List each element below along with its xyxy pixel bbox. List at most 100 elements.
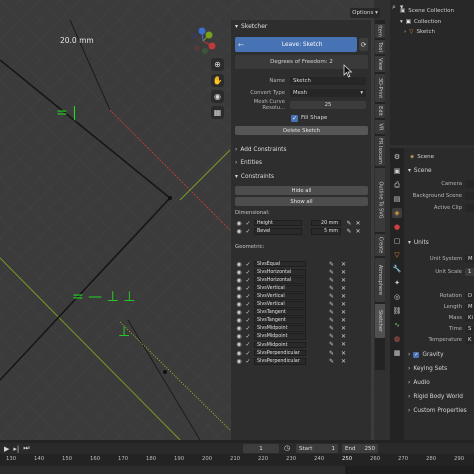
checkmark-icon[interactable]: ✓ — [245, 269, 251, 276]
edit-pencil-icon[interactable]: ✎ — [329, 325, 334, 332]
tab-vr[interactable]: VR — [375, 120, 385, 134]
time-field[interactable]: S — [465, 325, 474, 333]
filter-icon[interactable]: ⌕ — [392, 3, 396, 12]
edit-pencil-icon[interactable]: ✎ — [329, 309, 334, 316]
tab-view[interactable]: View — [375, 56, 385, 72]
scene-panel-header[interactable]: ▾ Scene — [408, 168, 432, 174]
ortho-grid-icon[interactable]: ▦ — [211, 106, 224, 119]
hide-all-button[interactable]: Hide all — [235, 186, 368, 195]
close-icon[interactable]: ✕ — [341, 285, 346, 292]
outliner-item-sketch[interactable]: › ▽ Sketch — [404, 29, 435, 35]
particles-icon[interactable]: ✦ — [392, 278, 402, 288]
close-icon[interactable]: ✕ — [355, 220, 361, 227]
tab-fr-isocam[interactable]: FR Isocam — [375, 136, 385, 166]
audio-panel-header[interactable]: › Audio — [408, 380, 430, 386]
edit-pencil-icon[interactable]: ✎ — [329, 317, 334, 324]
gravity-panel-header[interactable]: › ✓ Gravity — [408, 352, 444, 358]
close-icon[interactable]: ✕ — [341, 317, 346, 324]
checkmark-icon[interactable]: ✓ — [245, 358, 251, 365]
tab-tool[interactable]: Tool — [375, 40, 385, 54]
refresh-icon[interactable]: ⟳ — [359, 38, 368, 51]
unit-scale-field[interactable]: 1 — [465, 268, 474, 276]
close-icon[interactable]: ✕ — [341, 301, 346, 308]
eye-icon[interactable]: ◉ — [236, 220, 242, 227]
checkmark-icon[interactable]: ✓ — [245, 285, 251, 292]
tab-create[interactable]: Create — [375, 234, 385, 256]
close-icon[interactable]: ✕ — [341, 277, 346, 284]
checkmark-icon[interactable]: ✓ — [245, 341, 251, 348]
fill-shape-checkbox[interactable]: ✓ — [291, 114, 298, 122]
edit-pencil-icon[interactable]: ✎ — [346, 228, 352, 235]
eye-icon[interactable]: ◉ — [236, 293, 242, 300]
camera-view-icon[interactable]: ◉ — [211, 90, 224, 103]
timeline-track[interactable] — [0, 466, 345, 474]
modifier-properties-icon[interactable]: 🔧 — [392, 264, 402, 274]
edit-pencil-icon[interactable]: ✎ — [329, 301, 334, 308]
jump-end-icon[interactable]: ⏭ — [23, 444, 29, 453]
texture-properties-icon[interactable]: ▦ — [392, 348, 402, 358]
sketcher-panel-header[interactable]: ▾ Sketcher — [235, 23, 267, 30]
eye-icon[interactable]: ◉ — [236, 301, 242, 308]
close-icon[interactable]: ✕ — [341, 325, 346, 332]
object-properties-icon[interactable]: ▽ — [392, 250, 402, 260]
edit-pencil-icon[interactable]: ✎ — [329, 285, 334, 292]
tab-edit[interactable]: Edit — [375, 104, 385, 118]
eye-icon[interactable]: ◉ — [236, 350, 242, 357]
pan-hand-icon[interactable]: ✋ — [211, 74, 224, 87]
next-frame-icon[interactable]: ▸| — [13, 445, 19, 453]
collection-properties-icon[interactable]: ▢ — [392, 236, 402, 246]
add-constraints-section[interactable]: › Add Constraints — [231, 144, 286, 155]
outliner-item-scene-collection[interactable]: ▣ Scene Collection — [400, 8, 454, 14]
tool-properties-icon[interactable]: ⚙ — [392, 152, 402, 162]
eye-icon[interactable]: ◉ — [236, 285, 242, 292]
edit-pencil-icon[interactable]: ✎ — [329, 269, 334, 276]
temperature-field[interactable]: K — [465, 336, 474, 344]
checkmark-icon[interactable]: ✓ — [245, 309, 251, 316]
close-icon[interactable]: ✕ — [341, 333, 346, 340]
close-icon[interactable]: ✕ — [341, 293, 346, 300]
checkmark-icon[interactable]: ✓ — [245, 317, 251, 324]
output-properties-icon[interactable]: ⎙ — [392, 180, 402, 190]
delete-sketch-button[interactable]: Delete Sketch — [235, 126, 368, 135]
render-properties-icon[interactable]: ▣ — [392, 166, 402, 176]
length-field[interactable]: M — [465, 303, 474, 311]
eye-icon[interactable]: ◉ — [236, 333, 242, 340]
close-icon[interactable]: ✕ — [341, 309, 346, 316]
clock-icon[interactable]: ◷ — [284, 444, 290, 452]
eye-icon[interactable]: ◉ — [236, 269, 242, 276]
camera-field[interactable] — [465, 180, 474, 188]
navigation-gizmo[interactable] — [188, 26, 218, 56]
rotation-field[interactable]: D — [465, 292, 474, 300]
active-clip-field[interactable] — [465, 204, 474, 212]
close-icon[interactable]: ✕ — [341, 261, 346, 268]
sketch-name-field[interactable]: Sketch — [290, 77, 366, 85]
checkmark-icon[interactable]: ✓ — [245, 293, 251, 300]
eye-icon[interactable]: ◉ — [236, 358, 242, 365]
edit-pencil-icon[interactable]: ✎ — [329, 350, 334, 357]
zoom-icon[interactable]: ⊕ — [211, 58, 224, 71]
edit-pencil-icon[interactable]: ✎ — [329, 277, 334, 284]
constraints-section[interactable]: ▾ Constraints — [231, 171, 274, 182]
mesh-resolution-field[interactable]: 25 — [290, 101, 366, 109]
edit-pencil-icon[interactable]: ✎ — [329, 341, 334, 348]
scene-properties-icon[interactable]: ◈ — [392, 208, 402, 218]
tab-item[interactable]: Item — [375, 24, 385, 38]
options-dropdown[interactable]: Options ▾ — [350, 8, 380, 18]
unit-system-field[interactable]: M — [465, 255, 474, 263]
close-icon[interactable]: ✕ — [341, 269, 346, 276]
background-scene-field[interactable] — [465, 192, 474, 200]
end-frame-field[interactable]: End 250 — [342, 444, 378, 453]
show-all-button[interactable]: Show all — [235, 197, 368, 206]
keying-sets-panel-header[interactable]: › Keying Sets — [408, 366, 447, 372]
eye-icon[interactable]: ◉ — [236, 228, 242, 235]
checkmark-icon[interactable]: ✓ — [245, 228, 251, 235]
close-icon[interactable]: ✕ — [341, 350, 346, 357]
world-properties-icon[interactable]: ● — [392, 222, 402, 232]
eye-icon[interactable]: ◉ — [236, 341, 242, 348]
edit-pencil-icon[interactable]: ✎ — [329, 261, 334, 268]
mass-field[interactable]: Ki — [465, 314, 474, 322]
tab-atmosphere[interactable]: Atmosphere — [375, 258, 385, 302]
timeline-ruler[interactable]: 130 140 150 160 170 180 190 200 210 220 … — [0, 456, 474, 466]
checkmark-icon[interactable]: ✓ — [245, 220, 251, 227]
data-properties-icon[interactable]: ∿ — [392, 320, 402, 330]
